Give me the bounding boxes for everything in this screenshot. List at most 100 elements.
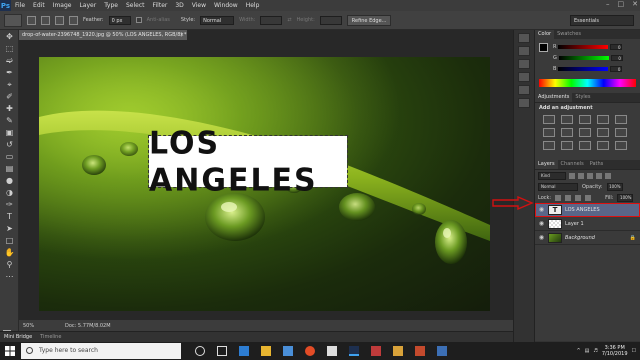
menu-select[interactable]: Select	[122, 2, 149, 9]
tab-channels[interactable]: Channels	[558, 160, 587, 169]
red-value[interactable]: 0	[610, 44, 623, 50]
vibrance-icon[interactable]	[615, 115, 627, 124]
menu-edit[interactable]: Edit	[29, 2, 49, 9]
eyedropper-tool-icon[interactable]: ✐	[3, 91, 16, 102]
marquee-tool-icon[interactable]: ⬚	[3, 43, 16, 54]
pen-tool-icon[interactable]: ✑	[3, 199, 16, 210]
color-spectrum-ramp[interactable]	[539, 79, 636, 87]
notifications-icon[interactable]: ☐	[632, 348, 636, 354]
start-button[interactable]	[0, 342, 20, 360]
dodge-tool-icon[interactable]: ◑	[3, 187, 16, 198]
visibility-eye-icon[interactable]: ◉	[538, 220, 545, 227]
menu-image[interactable]: Image	[49, 2, 76, 9]
properties-panel-icon[interactable]	[518, 46, 530, 56]
curves-icon[interactable]	[579, 115, 591, 124]
tab-mini-bridge[interactable]: Mini Bridge	[4, 334, 32, 340]
tab-paths[interactable]: Paths	[587, 160, 607, 169]
lock-all-icon[interactable]	[585, 194, 592, 201]
app-icon-7[interactable]	[371, 346, 381, 356]
black-white-icon[interactable]	[579, 128, 591, 137]
doc-size-info[interactable]: Doc: 5.77M/8.02M	[65, 323, 111, 329]
tab-adjustments[interactable]: Adjustments	[535, 93, 573, 102]
invert-icon[interactable]	[543, 141, 555, 150]
text-layer-box[interactable]: LOS ANGELES	[148, 125, 348, 198]
menu-layer[interactable]: Layer	[75, 2, 100, 9]
layer-row-background[interactable]: ◉ Background 🔒	[535, 231, 640, 245]
refine-edge-button[interactable]: Refine Edge...	[346, 14, 392, 26]
tab-timeline[interactable]: Timeline	[40, 334, 61, 340]
tab-styles[interactable]: Styles	[572, 93, 593, 102]
tray-chevron-icon[interactable]: ^	[576, 348, 580, 354]
zoom-level[interactable]: 50%	[19, 323, 41, 329]
gradient-tool-icon[interactable]: ▤	[3, 163, 16, 174]
blue-value[interactable]: 0	[610, 66, 623, 72]
menu-window[interactable]: Window	[210, 2, 242, 9]
brightness-contrast-icon[interactable]	[543, 115, 555, 124]
lasso-tool-icon[interactable]: ➫	[3, 55, 16, 66]
kind-filter-select[interactable]: Kind	[538, 171, 566, 180]
brush-tool-icon[interactable]: ✎	[3, 115, 16, 126]
gradient-map-icon[interactable]	[597, 141, 609, 150]
tool-preset-picker[interactable]	[4, 13, 22, 27]
blue-slider[interactable]	[558, 67, 609, 71]
green-slider[interactable]	[558, 56, 609, 60]
fill-input[interactable]: 100%	[617, 193, 634, 202]
lock-image-icon[interactable]	[565, 194, 572, 201]
path-select-tool-icon[interactable]: ➤	[3, 223, 16, 234]
stamp-tool-icon[interactable]: ▣	[3, 127, 16, 138]
shape-tool-icon[interactable]: □	[3, 235, 16, 246]
menu-view[interactable]: View	[188, 2, 210, 9]
tab-color[interactable]: Color	[535, 30, 555, 39]
adjustment-filter-icon[interactable]	[578, 172, 584, 179]
color-balance-icon[interactable]	[561, 128, 573, 137]
task-view-icon[interactable]	[217, 346, 227, 356]
app-icon-9[interactable]	[415, 346, 425, 356]
width-input[interactable]	[260, 15, 283, 25]
exposure-icon[interactable]	[597, 115, 609, 124]
layer-row-layer-1[interactable]: ◉ Layer 1	[535, 217, 640, 231]
feather-input[interactable]: 0 px	[108, 15, 131, 25]
smart-object-filter-icon[interactable]	[605, 172, 611, 179]
pixel-filter-icon[interactable]	[569, 172, 575, 179]
blend-mode-select[interactable]: Normal	[538, 182, 578, 191]
menu-3d[interactable]: 3D	[171, 2, 187, 9]
paragraph-panel-icon[interactable]	[518, 85, 530, 95]
channel-mixer-icon[interactable]	[615, 128, 627, 137]
app-icon-5[interactable]	[327, 346, 337, 356]
document-tab[interactable]: drop-of-water-2396748_1920.jpg @ 50% (LO…	[19, 30, 187, 40]
eraser-tool-icon[interactable]: ▭	[3, 151, 16, 162]
intersect-selection-button[interactable]	[69, 15, 78, 25]
move-tool-icon[interactable]: ✥	[3, 31, 16, 42]
shape-filter-icon[interactable]	[596, 172, 602, 179]
photoshop-taskbar-icon[interactable]	[349, 346, 359, 356]
app-icon-8[interactable]	[393, 346, 403, 356]
photo-filter-icon[interactable]	[597, 128, 609, 137]
lock-position-icon[interactable]	[575, 194, 582, 201]
menu-file[interactable]: File	[11, 2, 29, 9]
app-icon-10[interactable]	[437, 346, 447, 356]
menu-type[interactable]: Type	[100, 2, 122, 9]
brush-panel-icon[interactable]	[518, 98, 530, 108]
height-input[interactable]	[319, 15, 342, 25]
close-document-icon[interactable]: ×	[180, 30, 184, 40]
tab-layers[interactable]: Layers	[535, 160, 558, 169]
color-panel-foreground-swatch[interactable]	[539, 43, 548, 52]
subtract-selection-button[interactable]	[55, 15, 64, 25]
menu-filter[interactable]: Filter	[149, 2, 172, 9]
lock-transparent-icon[interactable]	[555, 194, 562, 201]
swap-icon[interactable]: ⇄	[287, 17, 291, 23]
zoom-tool-icon[interactable]: ⚲	[3, 259, 16, 270]
visibility-eye-icon[interactable]: ◉	[538, 234, 545, 241]
workspace-select[interactable]: Essentials	[570, 15, 634, 26]
layer-name[interactable]: LOS ANGELES	[565, 207, 600, 213]
green-value[interactable]: 0	[610, 55, 623, 61]
maximize-icon[interactable]: □	[618, 0, 625, 8]
visibility-eye-icon[interactable]: ◉	[538, 206, 545, 213]
posterize-icon[interactable]	[561, 141, 573, 150]
new-selection-button[interactable]	[27, 15, 36, 25]
red-slider[interactable]	[558, 45, 609, 49]
hue-saturation-icon[interactable]	[543, 128, 555, 137]
hand-tool-icon[interactable]: ✋	[3, 247, 16, 258]
type-filter-icon[interactable]	[587, 172, 593, 179]
healing-tool-icon[interactable]: ✚	[3, 103, 16, 114]
